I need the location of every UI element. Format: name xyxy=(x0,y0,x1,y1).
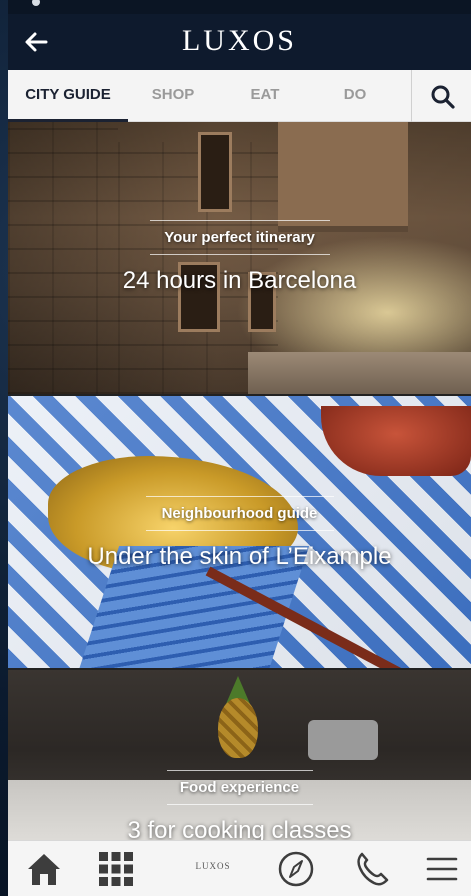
card-headline: 24 hours in Barcelona xyxy=(122,267,357,294)
search-icon xyxy=(431,85,455,109)
card-kicker: Neighbourhood guide xyxy=(145,496,334,531)
card-caption: Food experience 3 for cooking classes xyxy=(8,770,471,840)
card-headline: 3 for cooking classes xyxy=(127,817,352,840)
window-upper xyxy=(198,132,232,212)
tab-eat[interactable]: EAT xyxy=(230,70,300,122)
app-header: LUXOS xyxy=(8,14,471,70)
nav-brand-logo[interactable]: LUXOS xyxy=(178,861,248,896)
pineapple xyxy=(218,698,258,758)
guide-card-list: Your perfect itinerary 24 hours in Barce… xyxy=(8,122,471,840)
tab-do[interactable]: DO xyxy=(320,70,390,122)
card-kicker: Food experience xyxy=(166,770,313,805)
mixing-bowl xyxy=(308,720,378,760)
menu-icon[interactable] xyxy=(422,849,462,889)
gothic-bridge xyxy=(278,122,408,232)
guide-card-neighbourhood[interactable]: Neighbourhood guide Under the skin of L’… xyxy=(8,396,471,668)
tab-city-guide[interactable]: CITY GUIDE xyxy=(8,70,128,122)
grid-icon[interactable] xyxy=(96,849,136,889)
card-caption: Neighbourhood guide Under the skin of L’… xyxy=(8,496,471,571)
status-bar xyxy=(8,0,471,14)
guide-card-food[interactable]: Food experience 3 for cooking classes xyxy=(8,670,471,840)
home-icon[interactable] xyxy=(24,849,64,889)
brand-logo: LUXOS xyxy=(181,24,297,57)
card-headline: Under the skin of L’Eixample xyxy=(87,543,392,570)
red-ceiling-detail xyxy=(321,406,471,476)
status-dot-icon xyxy=(32,0,40,6)
street-scene xyxy=(248,352,471,394)
search-button[interactable] xyxy=(411,70,471,122)
card-caption: Your perfect itinerary 24 hours in Barce… xyxy=(8,220,471,295)
category-tabs: CITY GUIDE SHOP EAT DO xyxy=(8,70,471,122)
card-kicker: Your perfect itinerary xyxy=(149,220,330,255)
phone-icon[interactable] xyxy=(352,849,392,889)
bottom-navigation: LUXOS xyxy=(8,840,471,896)
guide-card-itinerary[interactable]: Your perfect itinerary 24 hours in Barce… xyxy=(8,122,471,394)
tab-shop[interactable]: SHOP xyxy=(138,70,208,122)
compass-icon[interactable] xyxy=(276,849,316,889)
